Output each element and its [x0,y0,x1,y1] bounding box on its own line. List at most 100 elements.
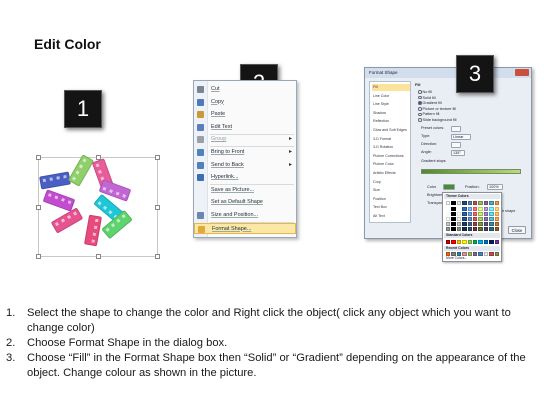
color-swatch[interactable] [446,217,451,221]
resize-handle[interactable] [155,205,160,210]
color-swatch[interactable] [483,201,489,205]
color-swatch[interactable] [467,217,472,221]
color-swatch[interactable] [483,222,489,226]
dialog-close-button[interactable]: Close [508,226,526,234]
resize-handle[interactable] [36,205,41,210]
fill-option[interactable]: Slide background fill [418,118,456,123]
color-swatch[interactable] [462,222,467,226]
color-swatch[interactable] [446,201,451,205]
color-swatch[interactable] [467,212,472,216]
color-swatch[interactable] [494,222,499,226]
color-swatch[interactable] [478,227,483,231]
position-input[interactable]: 100% [487,184,503,190]
color-swatch[interactable] [489,217,494,221]
color-swatch[interactable] [478,201,483,205]
radio-button[interactable] [418,112,422,117]
color-swatch[interactable] [472,207,478,211]
fill-option[interactable]: Picture or texture fill [418,107,456,112]
color-swatch[interactable] [478,212,483,216]
color-swatch[interactable] [489,240,494,244]
color-swatch[interactable] [462,207,467,211]
color-swatch[interactable] [451,207,456,211]
color-swatch[interactable] [483,252,489,256]
radio-button[interactable] [418,95,422,100]
dialog-nav-item[interactable]: Line Style [372,101,410,108]
dialog-nav-item[interactable]: Size [372,187,410,194]
dialog-nav-item[interactable]: Fill [372,84,410,91]
angle-input[interactable]: 135° [451,150,465,156]
context-menu-item[interactable]: Copy [194,97,296,108]
color-swatch[interactable] [456,201,462,205]
color-swatch[interactable] [489,212,494,216]
more-colors-link[interactable]: More Colors... [446,256,467,260]
color-swatch[interactable] [462,201,467,205]
color-swatch[interactable] [478,240,483,244]
context-menu-item[interactable]: Bring to Front ▸ [194,147,296,158]
color-swatch[interactable] [489,252,494,256]
brick-circle-shape[interactable] [30,152,160,262]
color-swatch[interactable] [462,227,467,231]
context-menu-item[interactable]: Paste [194,109,296,120]
color-swatch[interactable] [456,240,462,244]
direction-button[interactable] [451,142,461,148]
dialog-nav-item[interactable]: Line Color [372,93,410,100]
color-swatch[interactable] [456,217,462,221]
dialog-nav-item[interactable]: Crop [372,179,410,186]
color-swatch[interactable] [456,222,462,226]
dialog-nav-item[interactable]: 3-D Format [372,136,410,143]
color-swatch[interactable] [462,240,467,244]
context-menu-item[interactable]: Edit Text [194,122,296,133]
dialog-nav-item[interactable]: Artistic Effects [372,170,410,177]
color-swatch[interactable] [446,240,451,244]
color-swatch[interactable] [483,217,489,221]
preset-colors-button[interactable] [451,126,461,132]
context-menu-item[interactable]: Cut [194,84,296,95]
color-swatch[interactable] [483,240,489,244]
dialog-nav-item[interactable]: Picture Color [372,161,410,168]
color-swatch[interactable] [467,201,472,205]
color-swatch[interactable] [494,217,499,221]
dialog-nav-item[interactable]: Position [372,196,410,203]
color-swatch[interactable] [489,227,494,231]
color-swatch[interactable] [494,201,499,205]
color-swatch[interactable] [446,222,451,226]
resize-handle[interactable] [155,254,160,259]
color-swatch[interactable] [456,212,462,216]
fill-option[interactable]: No fill [418,90,432,95]
color-swatch[interactable] [451,212,456,216]
color-picker-button[interactable] [443,184,455,190]
dialog-nav-item[interactable]: Shadow [372,110,410,117]
context-menu-item[interactable]: Format Shape... [194,222,296,234]
dialog-nav-item[interactable]: Picture Corrections [372,153,410,160]
color-swatch[interactable] [472,252,478,256]
context-menu-item[interactable]: Set as Default Shape [194,197,296,208]
context-menu-item[interactable]: Hyperlink... [194,172,296,183]
color-swatch[interactable] [451,240,456,244]
color-swatch[interactable] [456,227,462,231]
color-swatch[interactable] [462,217,467,221]
context-menu-item[interactable]: Send to Back ▸ [194,160,296,171]
gradient-stops-bar[interactable] [421,169,521,174]
color-swatch[interactable] [489,207,494,211]
color-swatch[interactable] [472,227,478,231]
color-swatch[interactable] [494,252,499,256]
color-swatch[interactable] [489,222,494,226]
color-swatch[interactable] [472,240,478,244]
resize-handle[interactable] [155,155,160,160]
radio-button[interactable] [418,101,422,105]
radio-button[interactable] [418,107,422,111]
color-swatch[interactable] [472,201,478,205]
dialog-nav-item[interactable]: 3-D Rotation [372,144,410,151]
color-swatch[interactable] [483,207,489,211]
dialog-nav-item[interactable]: Reflection [372,118,410,125]
color-swatch[interactable] [494,227,499,231]
dialog-nav-item[interactable]: Alt Text [372,213,410,220]
resize-handle[interactable] [36,155,41,160]
radio-button[interactable] [418,90,422,94]
fill-option[interactable]: Solid fill [418,96,436,101]
color-swatch[interactable] [467,252,472,256]
color-swatch[interactable] [478,217,483,221]
color-swatch[interactable] [451,201,456,205]
color-swatch[interactable] [478,252,483,256]
fill-option[interactable]: Pattern fill [418,112,439,117]
